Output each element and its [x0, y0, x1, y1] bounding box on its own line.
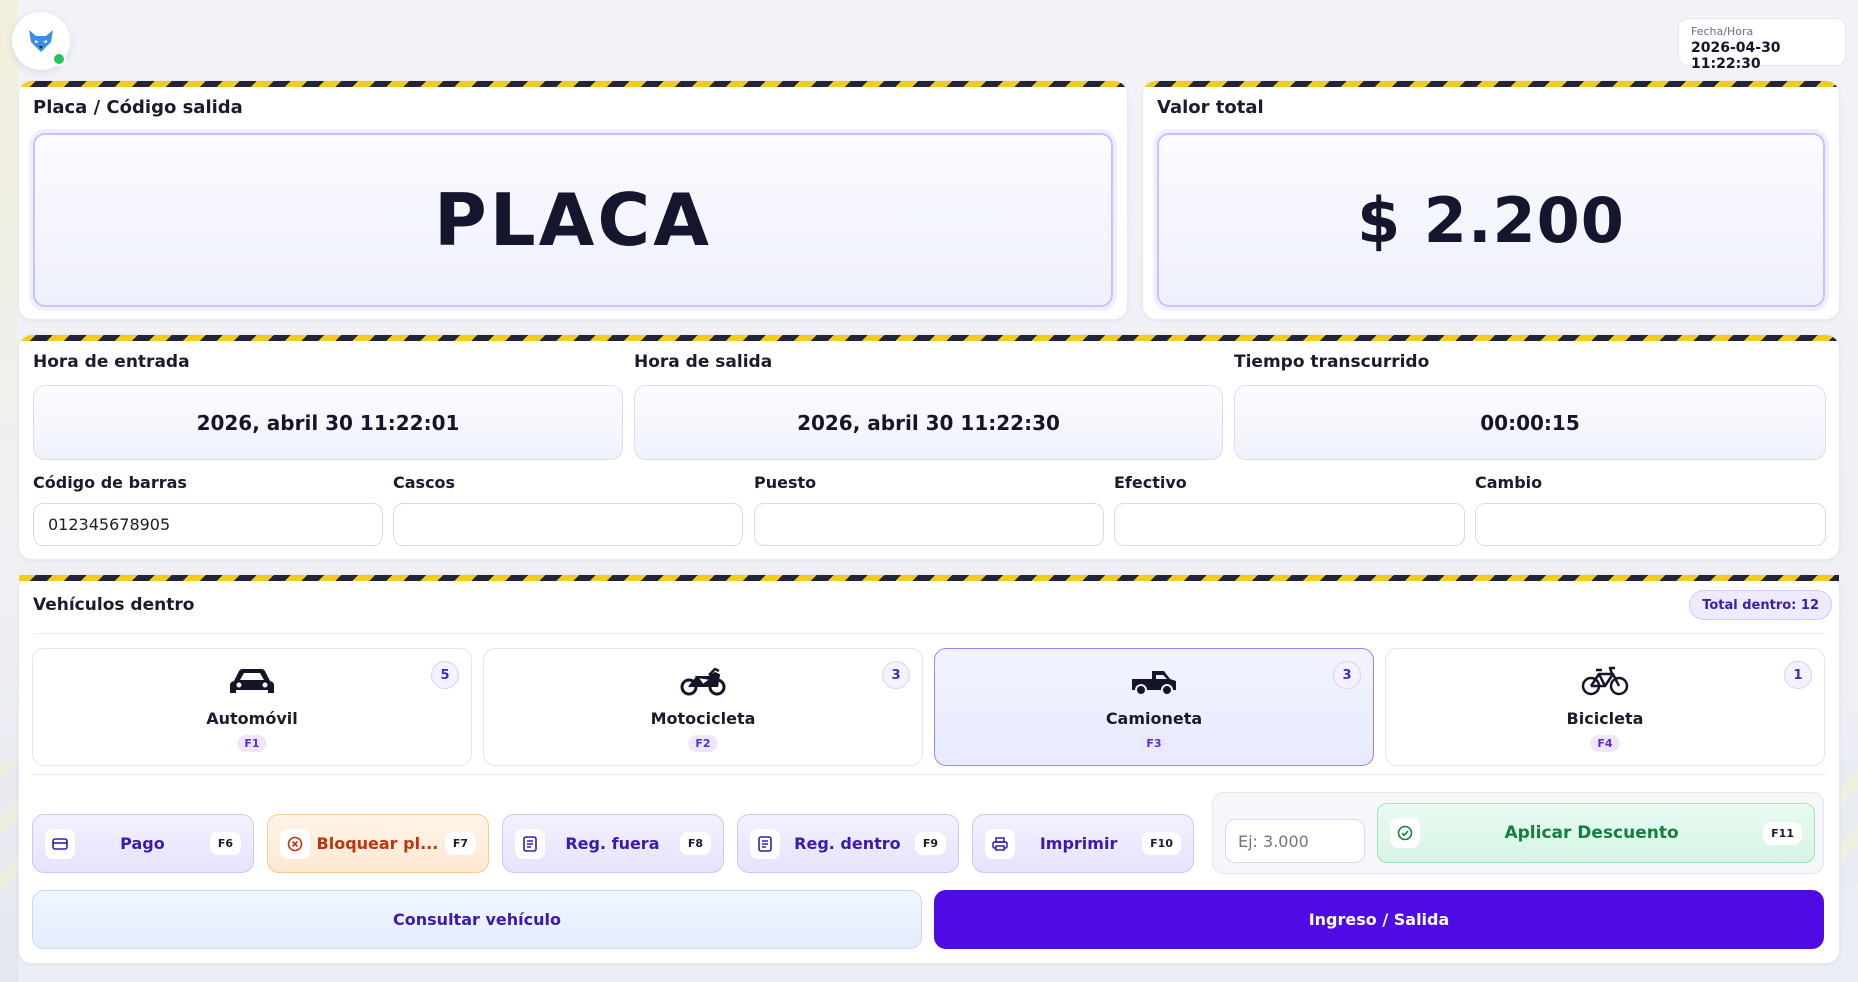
- check-circle-icon: [1390, 818, 1420, 848]
- actions-divider: [32, 774, 1826, 775]
- vehicle-name: Bicicleta: [1566, 709, 1644, 728]
- pay-label: Pago: [120, 834, 165, 853]
- register-inside-label: Reg. dentro: [794, 834, 901, 853]
- print-label: Imprimir: [1039, 834, 1118, 853]
- elapsed-time-value: 00:00:15: [1234, 385, 1826, 460]
- details-panel: Hora de entrada 2026, abril 30 11:22:01 …: [18, 334, 1840, 560]
- shortcut-badge: F7: [444, 832, 476, 855]
- register-outside-label: Reg. fuera: [565, 834, 660, 853]
- exit-time-value: 2026, abril 30 11:22:30: [634, 385, 1223, 460]
- entry-time-label: Hora de entrada: [33, 352, 190, 372]
- barcode-input[interactable]: [33, 503, 383, 546]
- online-status-dot: [52, 52, 66, 66]
- vehicles-divider: [33, 633, 1825, 634]
- discount-group: Aplicar Descuento F11: [1212, 792, 1824, 874]
- cash-label: Efectivo: [1114, 473, 1187, 492]
- shortcut-badge: F2: [688, 735, 718, 752]
- consult-vehicle-button[interactable]: Consultar vehículo: [32, 890, 922, 949]
- cash-input[interactable]: [1114, 503, 1465, 546]
- entry-time-value: 2026, abril 30 11:22:01: [33, 385, 623, 460]
- car-icon: [230, 669, 274, 693]
- vehicle-name: Camioneta: [1105, 709, 1203, 728]
- vehicle-type-car[interactable]: Automóvil F1 5: [32, 648, 472, 766]
- motorcycle-icon: [680, 667, 726, 696]
- vehicle-type-pickup[interactable]: Camioneta F3 3: [934, 648, 1374, 766]
- exit-time-label: Hora de salida: [634, 352, 773, 372]
- pickup-truck-icon: [1132, 671, 1176, 696]
- apply-discount-label: Aplicar Descuento: [1504, 823, 1679, 843]
- register-inside-button[interactable]: Reg. dentro F9: [737, 814, 959, 873]
- barcode-label: Código de barras: [33, 473, 187, 492]
- bicycle-icon: [1581, 666, 1629, 696]
- shortcut-badge: F4: [1590, 735, 1620, 752]
- fox-logo-icon: [29, 30, 53, 52]
- vehicle-type-bicycle[interactable]: Bicicleta F4 1: [1385, 648, 1825, 766]
- elapsed-time-label: Tiempo transcurrido: [1234, 352, 1430, 372]
- count-badge: 1: [1784, 661, 1812, 689]
- block-plate-label: Bloquear pl...: [316, 834, 439, 853]
- shortcut-badge: F9: [914, 832, 946, 855]
- total-panel: Valor total $ 2.200: [1142, 80, 1840, 320]
- count-badge: 3: [882, 661, 910, 689]
- shortcut-badge: F11: [1763, 821, 1802, 845]
- count-badge: 3: [1333, 661, 1361, 689]
- entry-exit-button[interactable]: Ingreso / Salida: [934, 890, 1824, 949]
- card-icon: [45, 828, 75, 859]
- datetime-label: Fecha/Hora: [1691, 25, 1754, 38]
- plate-panel: Placa / Código salida PLACA: [18, 80, 1128, 320]
- register-outside-button[interactable]: Reg. fuera F8: [502, 814, 724, 873]
- vehicles-title: Vehículos dentro: [33, 595, 195, 615]
- document-icon: [750, 828, 780, 859]
- document-icon: [515, 828, 545, 859]
- shortcut-badge: F3: [1139, 735, 1169, 752]
- printer-icon: [985, 828, 1015, 859]
- datetime-value: 2026-04-30 11:22:30: [1691, 40, 1781, 72]
- spot-label: Puesto: [754, 473, 817, 492]
- helmets-label: Cascos: [393, 473, 456, 492]
- shortcut-badge: F6: [209, 832, 241, 855]
- vehicle-name: Motocicleta: [650, 709, 756, 728]
- plate-label: Placa / Código salida: [33, 97, 243, 118]
- helmets-input[interactable]: [393, 503, 743, 546]
- count-badge: 5: [431, 661, 459, 689]
- plate-display[interactable]: PLACA: [33, 133, 1113, 307]
- shortcut-badge: F10: [1142, 832, 1181, 855]
- apply-discount-button[interactable]: Aplicar Descuento F11: [1377, 803, 1815, 863]
- block-plate-button[interactable]: Bloquear pl... F7: [267, 814, 489, 873]
- spot-input[interactable]: [754, 503, 1104, 546]
- vehicle-name: Automóvil: [206, 709, 298, 728]
- plate-value: PLACA: [434, 178, 712, 262]
- total-value: $ 2.200: [1357, 183, 1625, 257]
- print-button[interactable]: Imprimir F10: [972, 814, 1194, 873]
- change-label: Cambio: [1475, 473, 1543, 492]
- shortcut-badge: F1: [237, 735, 267, 752]
- datetime-display: Fecha/Hora 2026-04-30 11:22:30: [1678, 18, 1846, 72]
- vehicle-type-motorcycle[interactable]: Motocicleta F2 3: [483, 648, 923, 766]
- discount-input[interactable]: [1225, 819, 1365, 863]
- pay-button[interactable]: Pago F6: [32, 814, 254, 873]
- app-logo[interactable]: [12, 12, 70, 70]
- total-inside-badge: Total dentro: 12: [1689, 590, 1832, 620]
- change-input[interactable]: [1475, 503, 1826, 546]
- block-icon: [280, 828, 310, 859]
- total-display: $ 2.200: [1157, 133, 1825, 307]
- shortcut-badge: F8: [679, 832, 711, 855]
- total-label: Valor total: [1157, 97, 1264, 118]
